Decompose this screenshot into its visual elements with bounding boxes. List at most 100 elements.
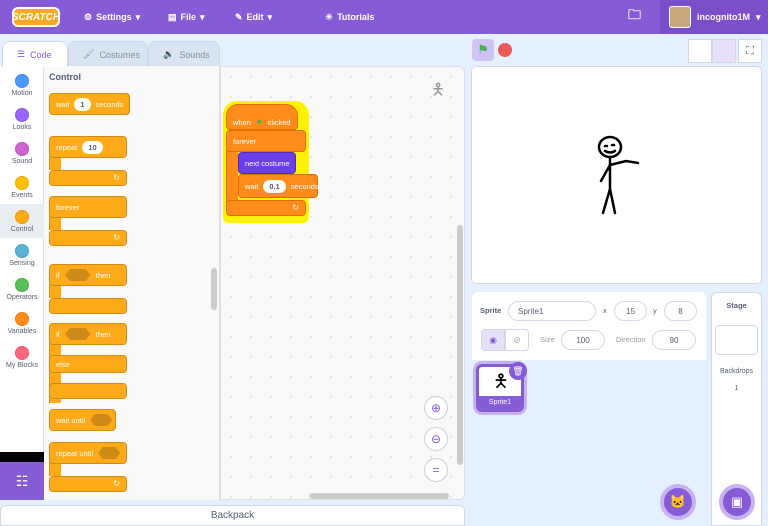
direction-input[interactable]: 90: [652, 330, 696, 350]
category-label: Control: [10, 225, 34, 233]
wait-input[interactable]: 0.1: [263, 179, 286, 193]
green-flag-icon: ⚑: [255, 117, 263, 127]
direction-label: Direction: [616, 335, 646, 344]
category-motion[interactable]: Motion: [0, 68, 44, 102]
condition-slot[interactable]: [98, 447, 121, 459]
caret-down-icon: ▾: [756, 11, 761, 22]
wait-until-block[interactable]: wait until: [49, 409, 116, 431]
x-input[interactable]: 15: [614, 301, 647, 321]
scratch-logo[interactable]: SCRATCH: [12, 7, 60, 27]
eye-icon: ◉: [489, 334, 497, 345]
loop-arrow-icon: ↻: [292, 203, 299, 212]
if-then-else-block[interactable]: if then else: [49, 323, 127, 403]
backpack-label: Backpack: [210, 510, 255, 521]
tutorials-button[interactable]: ☀ Tutorials: [325, 0, 374, 34]
condition-slot[interactable]: [64, 269, 91, 281]
choose-backdrop-button[interactable]: ▣: [719, 484, 755, 520]
large-stage-button[interactable]: [712, 39, 736, 63]
stick-figure-sprite[interactable]: [590, 131, 650, 221]
sprite-name-input[interactable]: Sprite1: [508, 301, 596, 321]
small-stage-button[interactable]: [688, 39, 712, 63]
add-extension-button[interactable]: ☷: [0, 462, 44, 500]
wait-seconds-block[interactable]: wait 1 seconds: [49, 93, 130, 115]
stage[interactable]: [471, 66, 762, 284]
stop-button[interactable]: [498, 43, 512, 57]
repeat-until-block[interactable]: repeat until ↻: [49, 442, 127, 494]
condition-slot[interactable]: [90, 414, 113, 426]
backpack[interactable]: Backpack: [0, 505, 465, 526]
category-operators[interactable]: Operators: [0, 272, 44, 306]
vertical-scrollbar[interactable]: [457, 225, 463, 465]
image-plus-icon: ▣: [730, 494, 744, 509]
category-dot: [15, 277, 29, 292]
loop-arrow-icon: ↻: [113, 479, 120, 488]
tab-label: Sounds: [179, 49, 210, 60]
zoom-in-button[interactable]: ⊕: [424, 396, 448, 420]
category-events[interactable]: Events: [0, 170, 44, 204]
forever-block[interactable]: forever ↻: [49, 196, 127, 248]
wait-input[interactable]: 1: [74, 97, 91, 111]
repeat-block[interactable]: repeat 10 ↻: [49, 136, 127, 188]
block-text: if: [56, 329, 60, 339]
add-extension-icon: ☷: [15, 472, 29, 489]
username: incognito1M: [697, 12, 750, 22]
choose-sprite-button[interactable]: 🐱: [660, 484, 696, 520]
horizontal-scrollbar[interactable]: [309, 493, 449, 499]
zoom-out-button[interactable]: ⊖: [424, 427, 448, 451]
block-text: wait: [56, 99, 70, 109]
condition-slot[interactable]: [64, 328, 91, 340]
c-arm: [49, 156, 61, 170]
tab-code[interactable]: ☰ Code: [2, 41, 68, 67]
category-sensing[interactable]: Sensing: [0, 238, 44, 272]
category-menu: Motion Looks Sound Events Control Sensin…: [0, 66, 44, 452]
c-arm: [49, 216, 61, 230]
category-variables[interactable]: Variables: [0, 306, 44, 340]
if-then-block[interactable]: if then: [49, 264, 127, 316]
settings-menu[interactable]: ⚙ Settings ▾: [84, 0, 140, 34]
block-text: clicked: [267, 117, 291, 127]
delete-sprite-button[interactable]: 🗑: [509, 362, 527, 380]
block-text: repeat until: [56, 448, 94, 458]
next-costume-block[interactable]: next costume: [238, 152, 296, 174]
y-input[interactable]: 8: [664, 301, 697, 321]
category-dot: [15, 73, 29, 88]
account-menu[interactable]: incognito1M ▾: [660, 0, 768, 34]
size-input[interactable]: 100: [561, 330, 605, 350]
block-text: forever: [56, 202, 80, 212]
brush-icon: 🖌: [83, 49, 95, 59]
forever-block[interactable]: forever: [226, 130, 306, 152]
sprite-label: Sprite: [480, 306, 502, 315]
wait-seconds-block[interactable]: wait 0.1 seconds: [238, 174, 319, 198]
script-stack[interactable]: when ⚑ clicked forever next costume wait 0.…: [226, 104, 319, 220]
category-divider: [0, 452, 44, 462]
code-icon: ☰: [17, 49, 26, 59]
tutorials-label: Tutorials: [337, 12, 375, 22]
block-text: else: [56, 359, 70, 369]
category-control[interactable]: Control: [0, 204, 44, 238]
when-flag-clicked-block[interactable]: when ⚑ clicked: [226, 104, 298, 130]
fullscreen-button[interactable]: ⛶: [738, 39, 762, 63]
category-label: Sound: [11, 157, 33, 165]
sprite-info-panel: Sprite Sprite1 x 15 y 8 ◉ ⊘ Size 100 Dir…: [472, 292, 706, 360]
category-label: Motion: [11, 89, 33, 97]
file-menu[interactable]: ▤ File ▾: [168, 0, 205, 34]
green-flag-button[interactable]: ⚑: [472, 39, 494, 61]
backdrop-thumbnail[interactable]: [715, 325, 758, 355]
category-sound[interactable]: Sound: [0, 136, 44, 170]
repeat-input[interactable]: 10: [82, 140, 103, 154]
folder-icon[interactable]: 🗀: [628, 0, 641, 34]
block-text: next costume: [245, 158, 290, 168]
zoom-reset-button[interactable]: =: [424, 458, 448, 482]
zoom-out-icon: ⊖: [430, 432, 442, 446]
category-looks[interactable]: Looks: [0, 102, 44, 136]
show-sprite-button[interactable]: ◉: [481, 329, 505, 351]
block-text: forever: [233, 136, 257, 146]
tab-costumes[interactable]: 🖌 Costumes: [68, 41, 148, 67]
category-my-blocks[interactable]: My Blocks: [0, 340, 44, 374]
edit-menu[interactable]: ✎ Edit ▾: [235, 0, 272, 34]
palette-scrollbar[interactable]: [211, 268, 217, 310]
block-palette: Control wait 1 seconds repeat 10 ↻ forever …: [44, 66, 220, 500]
block-text: then: [95, 270, 111, 280]
hide-sprite-button[interactable]: ⊘: [505, 329, 529, 351]
tab-sounds[interactable]: 🔈 Sounds: [148, 41, 220, 67]
